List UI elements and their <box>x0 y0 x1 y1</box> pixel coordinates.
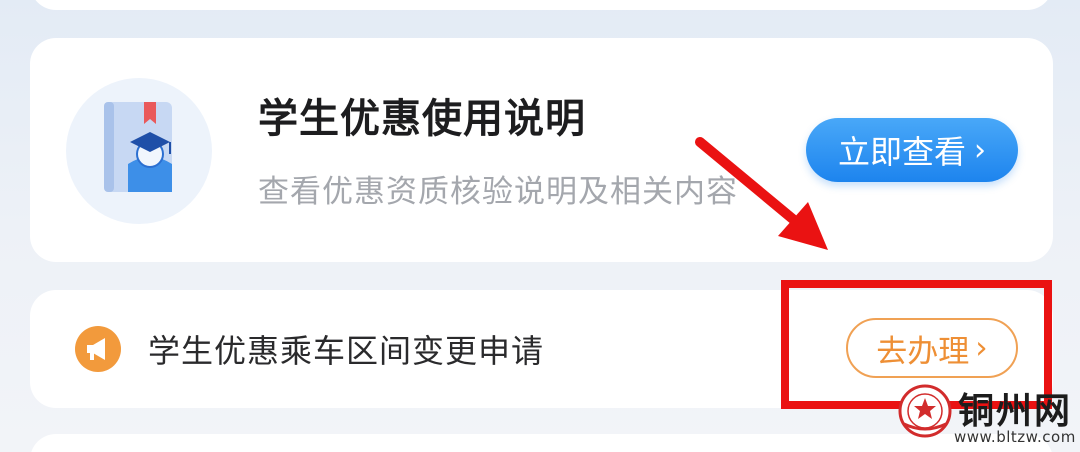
watermark: 铜州网 www.bltzw.com <box>892 378 1080 452</box>
watermark-name: 铜州网 <box>958 391 1073 432</box>
seal-logo-icon <box>898 384 952 438</box>
watermark-url: www.bltzw.com <box>954 428 1076 446</box>
